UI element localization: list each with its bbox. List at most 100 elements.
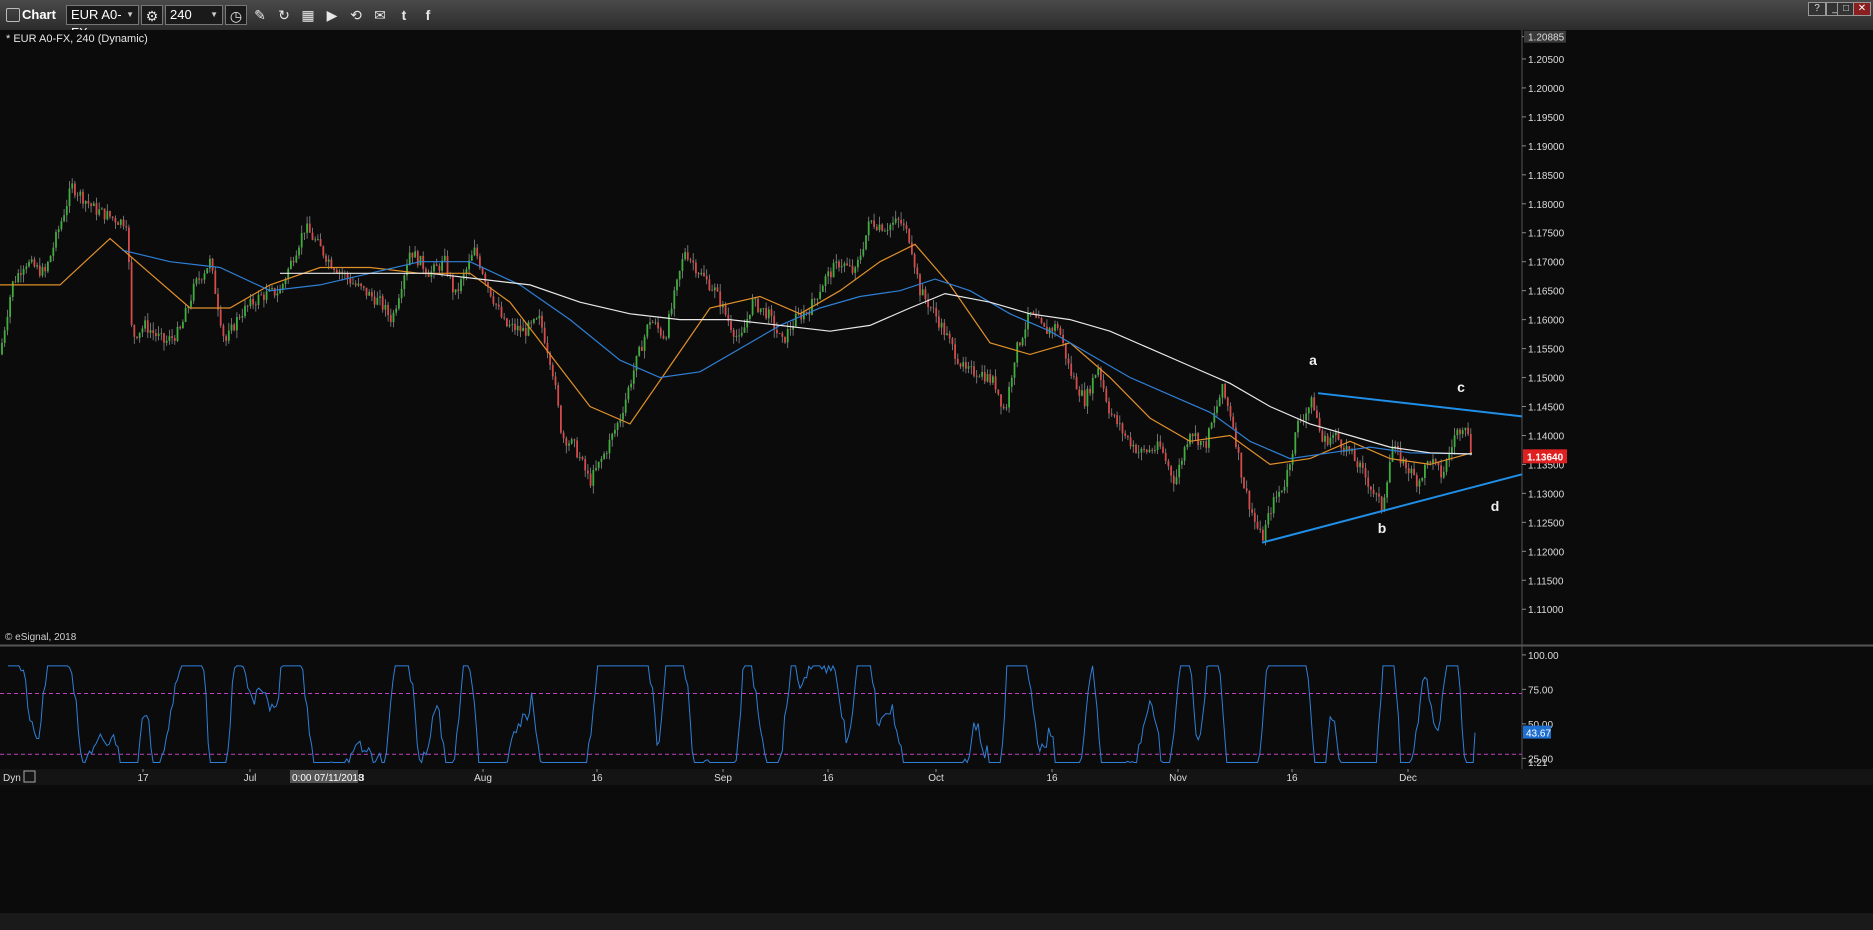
candle-body bbox=[587, 470, 589, 474]
candle-body bbox=[176, 326, 179, 341]
candle-body bbox=[1321, 430, 1324, 442]
candle-body bbox=[1067, 358, 1070, 364]
interval-input[interactable]: 240 ▼ bbox=[165, 5, 223, 25]
clock-icon[interactable]: ◷ bbox=[225, 5, 247, 25]
play-icon[interactable]: ▶ bbox=[321, 5, 343, 25]
candle-body bbox=[705, 276, 708, 280]
time-tick-label: 16 bbox=[1286, 773, 1298, 784]
replay-icon[interactable]: ⟲ bbox=[345, 5, 367, 25]
candle-body bbox=[962, 362, 965, 367]
candle-body bbox=[770, 309, 773, 316]
candle-body bbox=[595, 467, 597, 470]
candle-body bbox=[400, 288, 403, 299]
candle-body bbox=[136, 336, 138, 338]
candle-body bbox=[970, 366, 973, 368]
candle-body bbox=[1380, 496, 1383, 511]
candle-body bbox=[695, 262, 697, 274]
facebook-icon[interactable]: f bbox=[417, 5, 439, 25]
time-axis: 17 Jul Aug 16 Sep 16 Oct 16 Nov 16 Dec 0:00 07/11/2… bbox=[0, 769, 1873, 785]
price-tick-label: 1.19500 bbox=[1528, 113, 1565, 124]
candle-body bbox=[416, 251, 419, 266]
candle-body bbox=[1191, 434, 1194, 437]
candle-body bbox=[1253, 512, 1256, 522]
candle-body bbox=[997, 389, 1000, 395]
candle-body bbox=[749, 314, 751, 319]
candle-body bbox=[1143, 448, 1145, 450]
candle-body bbox=[1181, 460, 1183, 465]
candle-body bbox=[1378, 493, 1380, 497]
candle-body bbox=[1154, 449, 1156, 451]
close-button[interactable]: ✕ bbox=[1853, 2, 1871, 16]
candle-body bbox=[622, 412, 624, 420]
candle-body bbox=[708, 279, 711, 291]
candle-body bbox=[838, 261, 840, 268]
candle-body bbox=[848, 265, 851, 266]
candle-body bbox=[1324, 435, 1326, 442]
time-tick-label: 17 bbox=[137, 773, 149, 784]
candle-body bbox=[1464, 427, 1467, 431]
candle-body bbox=[929, 307, 932, 308]
candle-body bbox=[33, 259, 36, 267]
candle-body bbox=[873, 220, 875, 227]
candle-body bbox=[535, 318, 538, 320]
candle-body bbox=[1002, 406, 1005, 409]
candle-body bbox=[554, 376, 557, 386]
candle-body bbox=[570, 439, 573, 444]
candle-body bbox=[1280, 490, 1283, 492]
symbol-input[interactable]: EUR A0-FX ▼ bbox=[66, 5, 139, 40]
candle-body bbox=[365, 287, 368, 296]
candle-body bbox=[238, 316, 241, 318]
chat-icon[interactable]: ✉ bbox=[369, 5, 391, 25]
candle-body bbox=[1391, 447, 1394, 462]
calculator-icon[interactable]: ▦ bbox=[297, 5, 319, 25]
price-tick-label: 1.20885 bbox=[1528, 33, 1565, 44]
candle-body bbox=[1383, 497, 1386, 511]
candle-body bbox=[1294, 432, 1297, 454]
candle-body bbox=[1024, 329, 1027, 339]
candle-body bbox=[1083, 390, 1086, 407]
candle-body bbox=[597, 461, 600, 468]
candle-body bbox=[635, 355, 638, 371]
candle-body bbox=[956, 358, 959, 364]
candle-body bbox=[1305, 413, 1307, 421]
candle-body bbox=[638, 346, 641, 356]
candle-body bbox=[900, 219, 902, 224]
candle-body bbox=[503, 317, 506, 319]
candle-body bbox=[562, 432, 565, 439]
candle-body bbox=[1248, 490, 1251, 510]
candle-body bbox=[859, 255, 862, 260]
candle-body bbox=[68, 188, 71, 207]
crosshair-date-label: 0:00 07/11/2018 bbox=[292, 773, 364, 784]
candle-body bbox=[1005, 407, 1008, 409]
chart-area[interactable]: * EUR A0-FX, 240 (Dynamic) © eSignal, 20… bbox=[0, 30, 1873, 913]
candle-body bbox=[352, 283, 354, 285]
candle-body bbox=[1135, 444, 1137, 453]
refresh-icon[interactable]: ↻ bbox=[273, 5, 295, 25]
candle-body bbox=[292, 260, 295, 263]
candle-body bbox=[1140, 448, 1143, 453]
settings-icon[interactable]: ⚙ bbox=[141, 5, 163, 25]
candle-body bbox=[973, 366, 975, 376]
candle-body bbox=[886, 229, 889, 231]
candle-body bbox=[427, 273, 430, 277]
twitter-icon[interactable]: t bbox=[393, 5, 415, 25]
candle-body bbox=[700, 272, 703, 275]
chevron-down-icon[interactable]: ▼ bbox=[126, 6, 134, 24]
candle-body bbox=[1016, 342, 1019, 363]
help-button[interactable]: ? bbox=[1808, 2, 1826, 16]
candle-body bbox=[530, 322, 533, 324]
pencil-icon[interactable]: ✎ bbox=[249, 5, 271, 25]
candle-body bbox=[1059, 328, 1062, 335]
candle-body bbox=[155, 333, 157, 336]
candle-body bbox=[673, 290, 676, 309]
candle-body bbox=[1132, 444, 1135, 447]
candle-body bbox=[246, 305, 249, 307]
candle-body bbox=[1232, 416, 1235, 428]
candle-body bbox=[1278, 491, 1280, 497]
candle-body bbox=[52, 247, 55, 256]
candle-body bbox=[1056, 324, 1059, 329]
candle-body bbox=[1421, 477, 1424, 481]
candle-body bbox=[767, 309, 770, 319]
chevron-down-icon[interactable]: ▼ bbox=[210, 6, 218, 24]
candle-body bbox=[832, 262, 835, 278]
